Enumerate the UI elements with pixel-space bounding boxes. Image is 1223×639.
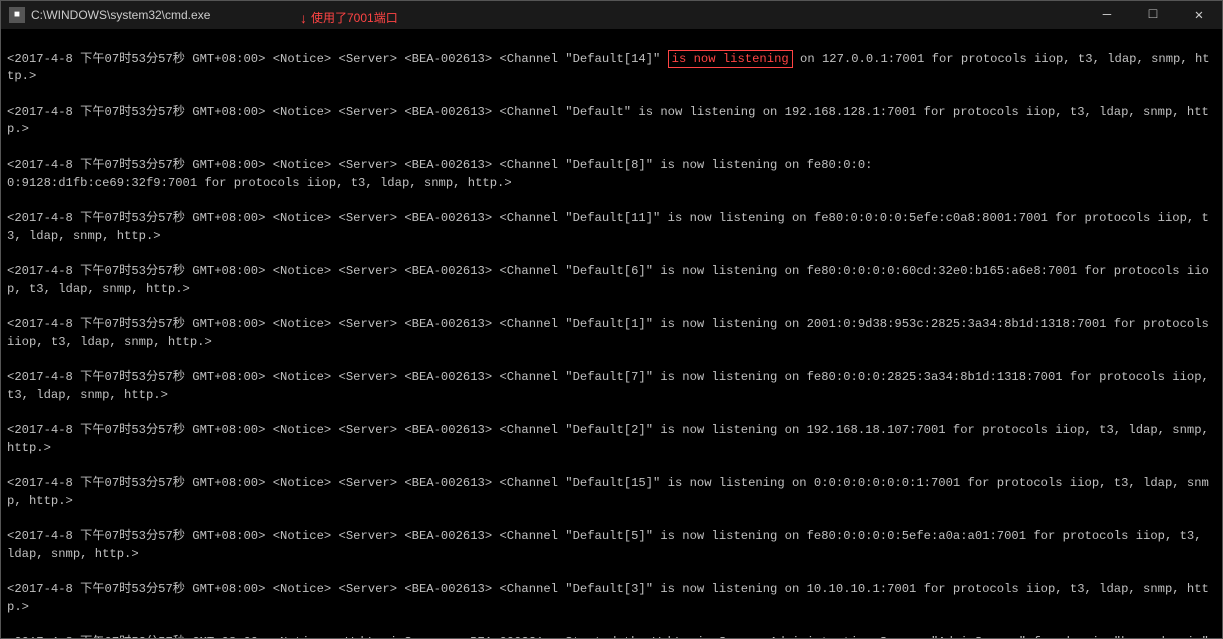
log-line-5: <2017-4-8 下午07时53分57秒 GMT+08:00> <Notice… bbox=[7, 263, 1216, 298]
log-line-3: <2017-4-8 下午07时53分57秒 GMT+08:00> <Notice… bbox=[7, 157, 1216, 192]
log-line-12: <2017-4-8 下午07时53分57秒 GMT+08:00> <Notice… bbox=[7, 634, 1216, 638]
log-line-10: <2017-4-8 下午07时53分57秒 GMT+08:00> <Notice… bbox=[7, 528, 1216, 563]
arrow-icon: ↓ bbox=[300, 10, 307, 26]
minimize-button[interactable]: — bbox=[1084, 1, 1130, 29]
log-line-7: <2017-4-8 下午07时53分57秒 GMT+08:00> <Notice… bbox=[7, 369, 1216, 404]
title-bar: ■ C:\WINDOWS\system32\cmd.exe — □ ✕ ↓ 使用… bbox=[1, 1, 1222, 29]
port-annotation: ↓ 使用了7001端口 bbox=[296, 7, 402, 28]
close-button[interactable]: ✕ bbox=[1176, 1, 1222, 29]
terminal-content: <2017-4-8 下午07时53分57秒 GMT+08:00> <Notice… bbox=[7, 33, 1216, 638]
maximize-button[interactable]: □ bbox=[1130, 1, 1176, 29]
annotation-text: 使用了7001端口 bbox=[311, 9, 398, 26]
cmd-window: ■ C:\WINDOWS\system32\cmd.exe — □ ✕ ↓ 使用… bbox=[0, 0, 1223, 639]
log-line-8: <2017-4-8 下午07时53分57秒 GMT+08:00> <Notice… bbox=[7, 422, 1216, 457]
terminal-body: <2017-4-8 下午07时53分57秒 GMT+08:00> <Notice… bbox=[1, 29, 1222, 638]
log-line-4: <2017-4-8 下午07时53分57秒 GMT+08:00> <Notice… bbox=[7, 210, 1216, 245]
window-icon: ■ bbox=[9, 7, 25, 23]
log-line-9: <2017-4-8 下午07时53分57秒 GMT+08:00> <Notice… bbox=[7, 475, 1216, 510]
window-controls: — □ ✕ bbox=[1084, 1, 1222, 29]
log-line-6: <2017-4-8 下午07时53分57秒 GMT+08:00> <Notice… bbox=[7, 316, 1216, 351]
log-line-1: <2017-4-8 下午07时53分57秒 GMT+08:00> <Notice… bbox=[7, 51, 1216, 86]
log-line-11: <2017-4-8 下午07时53分57秒 GMT+08:00> <Notice… bbox=[7, 581, 1216, 616]
log-line-2: <2017-4-8 下午07时53分57秒 GMT+08:00> <Notice… bbox=[7, 104, 1216, 139]
window-title: C:\WINDOWS\system32\cmd.exe bbox=[31, 8, 210, 22]
